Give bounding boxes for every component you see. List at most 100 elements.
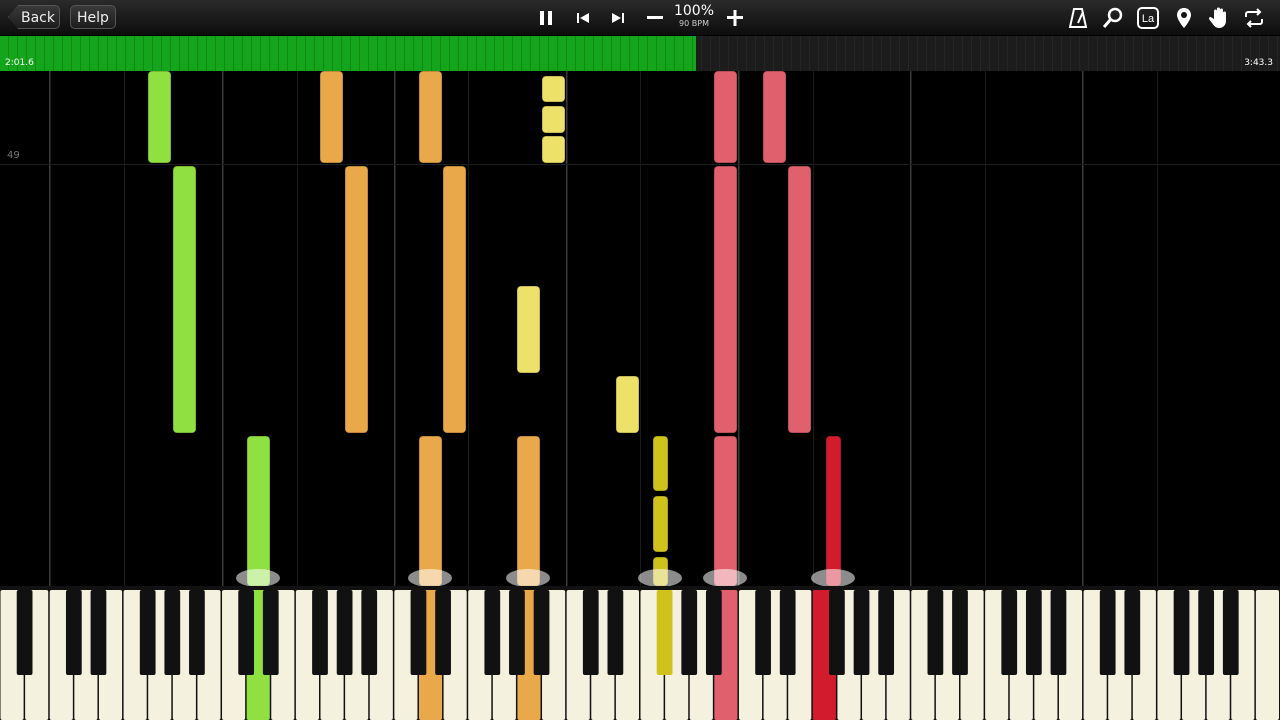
skip-back-icon[interactable] [571, 6, 595, 30]
back-button[interactable]: Back [8, 5, 60, 29]
measure-line [566, 71, 568, 586]
metronome-icon[interactable] [1066, 6, 1090, 30]
black-key [779, 590, 796, 675]
progress-fill [0, 36, 697, 71]
hand-icon[interactable] [1207, 6, 1231, 30]
black-key [607, 590, 624, 675]
black-key [139, 590, 156, 675]
black-key [484, 590, 501, 675]
note-sparkle [506, 569, 550, 586]
beat-line [124, 71, 125, 586]
note-bar [418, 435, 443, 586]
note-bar [516, 285, 541, 374]
label-la-icon[interactable]: La [1136, 6, 1160, 30]
black-key [853, 590, 870, 675]
black-key [952, 590, 968, 675]
note-bar [615, 375, 640, 434]
black-key [927, 590, 944, 675]
note-bar [147, 71, 172, 164]
note-bar [344, 165, 369, 434]
note-bar [442, 165, 467, 434]
black-key [1050, 590, 1067, 675]
black-key [533, 590, 550, 675]
white-key [1255, 590, 1279, 720]
black-key [656, 590, 673, 675]
search-icon[interactable] [1101, 6, 1125, 30]
pause-icon[interactable] [534, 6, 558, 30]
black-key [312, 590, 328, 675]
note-bar [319, 71, 344, 164]
black-key [435, 590, 451, 675]
label-la-text: La [1142, 13, 1155, 25]
black-key [1222, 590, 1239, 675]
note-bar [652, 435, 669, 492]
black-key [90, 590, 107, 675]
beat-line [1157, 71, 1158, 586]
plus-icon[interactable] [723, 6, 747, 30]
beat-line [297, 71, 298, 586]
black-key [262, 590, 279, 675]
black-key [1198, 590, 1215, 675]
note-bar [825, 435, 842, 586]
location-pin-icon[interactable] [1172, 6, 1196, 30]
minus-icon[interactable] [643, 6, 667, 30]
black-key [1001, 590, 1018, 675]
measure-line [910, 71, 912, 586]
note-bar [652, 495, 669, 553]
black-key [410, 590, 427, 675]
toolbar: Back Help 100% 90 BPM La [0, 0, 1280, 36]
measure-line [394, 71, 396, 586]
note-bar [541, 105, 566, 134]
black-key [509, 590, 525, 675]
speed-percent[interactable]: 100% [672, 4, 716, 19]
beat-line [640, 71, 641, 586]
help-button[interactable]: Help [70, 5, 116, 29]
measure-line [49, 71, 51, 586]
black-key [1124, 590, 1141, 675]
note-bar [516, 435, 541, 586]
black-key [681, 590, 698, 675]
total-time: 3:43.3 [1244, 58, 1273, 68]
note-bar [713, 165, 738, 434]
black-key [1025, 590, 1042, 675]
measure-line [1082, 71, 1084, 586]
measure-number: 49 [7, 150, 20, 161]
black-key [1099, 590, 1116, 675]
note-sparkle [703, 569, 747, 586]
note-bar [418, 71, 443, 164]
measure-line [738, 71, 740, 586]
note-bar [541, 135, 566, 164]
note-bar [762, 71, 787, 164]
measure-separator [0, 164, 1280, 165]
note-bar [246, 435, 271, 586]
black-key [65, 590, 82, 675]
note-bar [172, 165, 197, 434]
black-key [164, 590, 181, 675]
note-sparkle [408, 569, 452, 586]
skip-forward-icon[interactable] [606, 6, 630, 30]
black-key [361, 590, 378, 675]
black-key [16, 590, 33, 675]
note-sparkle [811, 569, 855, 586]
note-bar [713, 71, 738, 164]
beat-line [985, 71, 986, 586]
note-sparkle [236, 569, 280, 586]
black-key [755, 590, 771, 675]
beat-line [468, 71, 469, 586]
tempo-bpm: 90 BPM [679, 19, 709, 28]
current-time: 2:01.6 [5, 58, 34, 68]
progress-bar[interactable] [0, 36, 1280, 71]
beat-line [813, 71, 814, 586]
black-key [189, 590, 205, 675]
note-bar [787, 165, 812, 434]
black-key [238, 590, 255, 675]
note-bar [541, 75, 566, 103]
black-key [336, 590, 353, 675]
black-key [878, 590, 895, 675]
loop-icon[interactable] [1242, 6, 1266, 30]
note-sparkle [638, 569, 682, 586]
note-bar [713, 435, 738, 586]
black-key [705, 590, 722, 675]
piano-keyboard[interactable] [0, 586, 1280, 720]
black-key [829, 590, 845, 675]
